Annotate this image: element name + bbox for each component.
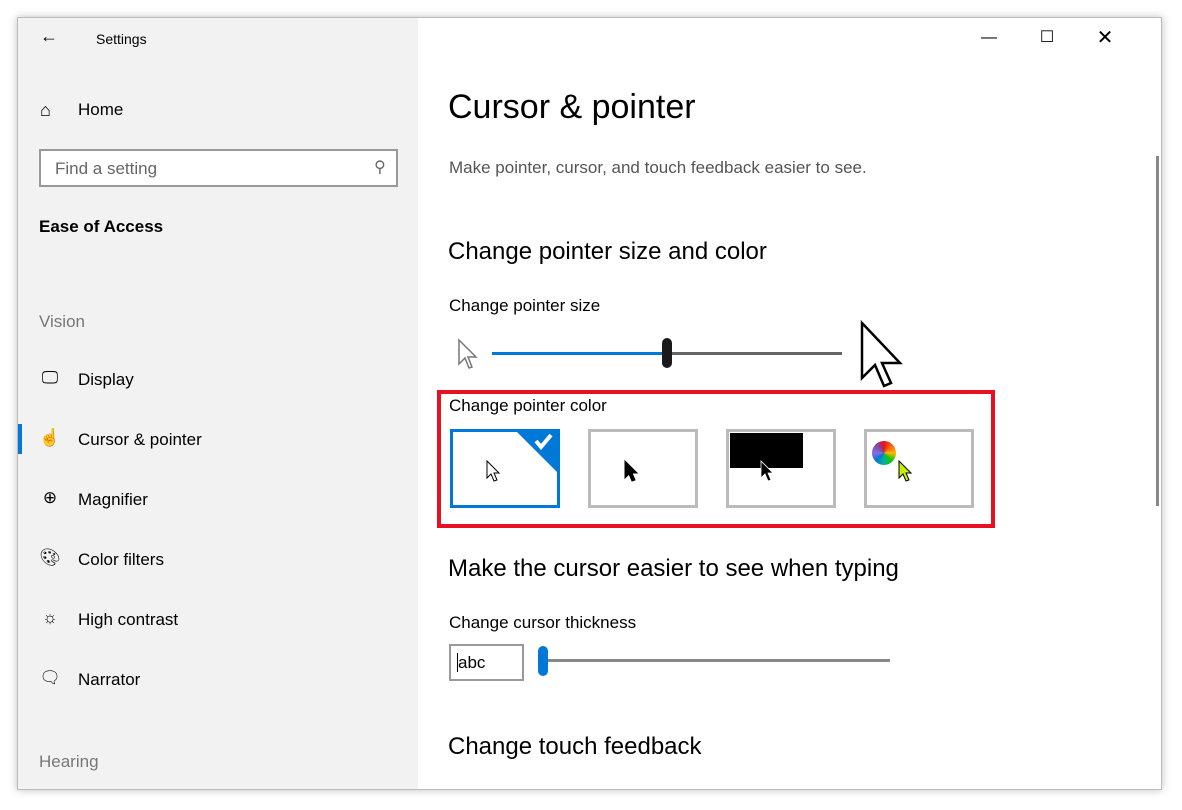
slider-track [667,352,842,355]
sidebar-item-label: Cursor & pointer [78,430,202,449]
sidebar-item-label: Narrator [78,670,141,689]
slider-fill [492,352,667,355]
pointer-color-custom[interactable] [864,429,974,508]
preview-text: abc [457,653,486,672]
slider-thumb[interactable] [538,646,548,676]
page-description: Make pointer, cursor, and touch feedback… [449,158,867,177]
sidebar-item-home[interactable]: Home [78,100,123,120]
sidebar-item-narrator[interactable]: 🗨 Narrator [18,660,418,700]
narrator-icon: 🗨 [39,668,61,687]
color-wheel-icon [872,441,896,465]
pointer-size-slider[interactable] [492,334,842,374]
sidebar: ← Settings ⌂ Home Find a setting ⚲ Ease … [18,18,418,789]
sidebar-item-magnifier[interactable]: ⊕ Magnifier [18,480,418,520]
settings-window: ← Settings ⌂ Home Find a setting ⚲ Ease … [17,17,1162,790]
inverted-pointer-icon [760,460,774,482]
search-input[interactable]: Find a setting ⚲ [39,149,398,187]
page-title: Cursor & pointer [448,88,696,126]
search-icon: ⚲ [374,159,386,176]
home-icon: ⌂ [40,100,51,120]
white-pointer-icon [486,459,501,482]
section-heading-touch: Change touch feedback [448,733,702,760]
thickness-label: Change cursor thickness [449,613,637,632]
pointer-color-black[interactable] [588,429,698,508]
group-vision: Vision [39,312,85,331]
pointer-color-inverted[interactable] [726,429,836,508]
cursor-thickness-slider[interactable] [538,644,890,680]
pointer-color-white[interactable] [450,429,560,508]
sidebar-item-high-contrast[interactable]: ☼ High contrast [18,600,418,640]
black-pointer-icon [624,459,639,482]
selection-indicator [18,424,22,454]
sidebar-item-label: Magnifier [78,490,148,509]
category-heading: Ease of Access [39,217,164,236]
sun-icon: ☼ [42,608,58,627]
pointer-size-label: Change pointer size [449,296,601,315]
back-arrow-icon[interactable]: ← [40,26,58,47]
large-pointer-icon [860,320,903,388]
palette-icon: 🎨︎ [39,548,61,567]
section-heading-typing: Make the cursor easier to see when typin… [448,555,899,582]
lime-pointer-icon [898,459,913,482]
sidebar-item-display[interactable]: 🖵 Display [18,360,418,400]
cursor-hand-icon: ☝ [39,428,61,447]
app-title: Settings [96,31,147,47]
group-hearing: Hearing [39,752,99,771]
magnifier-icon: ⊕ [42,488,58,507]
maximize-button[interactable]: ☐ [1018,18,1076,58]
slider-thumb[interactable] [662,338,672,368]
search-placeholder: Find a setting [55,159,158,178]
small-pointer-icon [458,338,478,369]
minimize-button[interactable]: — [960,18,1018,58]
section-heading-pointer: Change pointer size and color [448,238,767,265]
checkmark-icon [514,429,560,475]
sidebar-item-color-filters[interactable]: 🎨︎ Color filters [18,540,418,580]
sidebar-item-label: Display [78,370,134,389]
scrollbar[interactable] [1156,156,1159,506]
thickness-preview: abc [449,644,524,681]
slider-track [538,659,890,662]
sidebar-item-label: High contrast [78,610,179,629]
pointer-color-label: Change pointer color [449,396,607,415]
sidebar-item-cursor-pointer[interactable]: ☝ Cursor & pointer [18,420,418,460]
monitor-icon: 🖵 [41,368,59,387]
close-button[interactable]: ✕ [1076,18,1134,58]
sidebar-item-label: Color filters [78,550,164,569]
